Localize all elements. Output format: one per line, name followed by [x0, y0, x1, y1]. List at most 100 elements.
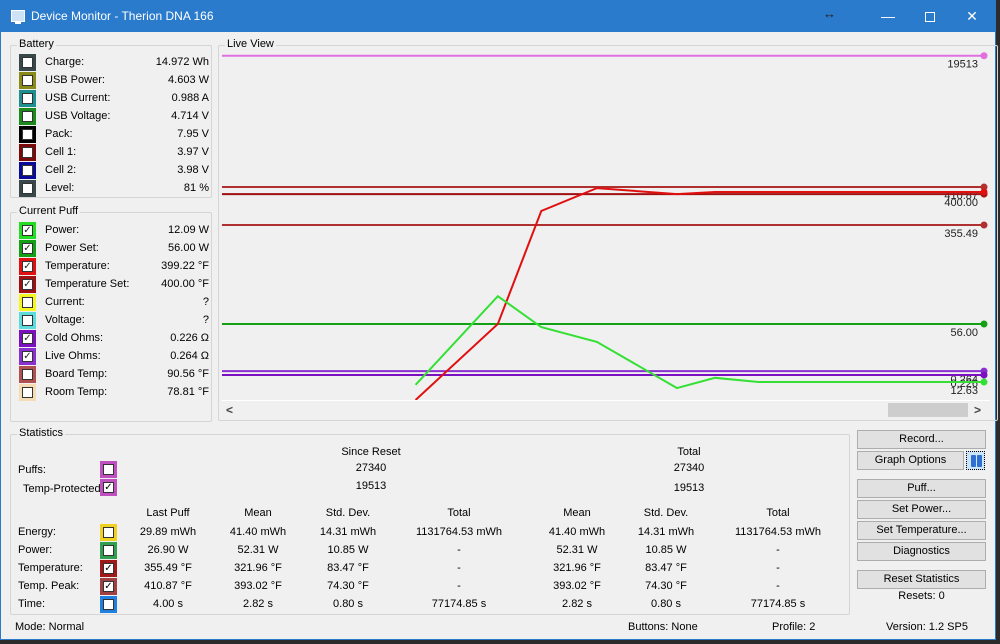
puff-button[interactable]: Puff... [857, 479, 986, 498]
checkbox[interactable] [22, 165, 33, 176]
series-end-marker [980, 378, 988, 386]
puff-value: 78.81 °F [167, 386, 209, 398]
series-toggle[interactable]: ✓ [19, 348, 36, 365]
battery-row: USB Voltage: 4.714 V [19, 108, 209, 126]
stats-column-header: Std. Dev. [325, 507, 371, 519]
puff-label: Current: [45, 296, 85, 308]
series-toggle[interactable]: ✓ [19, 258, 36, 275]
reset-statistics-button[interactable]: Reset Statistics [857, 570, 986, 589]
checkbox[interactable] [22, 93, 33, 104]
stats-column-header: Total [766, 507, 790, 519]
series-toggle[interactable] [19, 294, 36, 311]
stats-cell: 77174.85 s [750, 598, 806, 610]
checkbox[interactable] [22, 147, 33, 158]
set-temperature-button[interactable]: Set Temperature... [857, 521, 986, 540]
checkbox[interactable] [22, 315, 33, 326]
puff-value: 0.226 Ω [170, 332, 209, 344]
series-toggle[interactable] [19, 90, 36, 107]
puff-label: Power: [45, 224, 80, 236]
puffs-toggle[interactable] [100, 461, 117, 478]
graph-options-button[interactable]: Graph Options [857, 451, 964, 470]
minimize-button[interactable]: — [865, 1, 911, 32]
checkbox[interactable] [22, 369, 33, 380]
checkbox-checked[interactable]: ✓ [22, 333, 33, 344]
temp-protected-toggle[interactable]: ✓ [100, 479, 117, 496]
record-button[interactable]: Record... [857, 430, 986, 449]
checkbox[interactable] [22, 183, 33, 194]
close-button[interactable]: ✕ [949, 1, 995, 32]
checkbox[interactable] [103, 464, 114, 475]
puff-row: ✓ Cold Ohms: 0.226 Ω [19, 330, 209, 348]
battery-row: Cell 2: 3.98 V [19, 162, 209, 180]
battery-label: Cell 2: [45, 164, 77, 176]
series-end-marker [980, 320, 988, 328]
series-toggle[interactable]: ✓ [19, 330, 36, 347]
series-end-label: 12.63 [950, 385, 978, 397]
stats-cell: 1131764.53 mWh [734, 526, 822, 538]
puff-value: 56.00 W [168, 242, 209, 254]
checkbox[interactable] [22, 297, 33, 308]
puff-value: 399.22 °F [161, 260, 209, 272]
temp-protected-since-reset: 19513 [355, 480, 387, 492]
checkbox-checked[interactable]: ✓ [22, 351, 33, 362]
temp-protected-label: Temp-Protected: [23, 483, 104, 495]
checkbox[interactable] [22, 129, 33, 140]
live-view-chart-svg: 19513410.87400.00355.4956.000.2640.22612… [222, 52, 988, 401]
status-mode: Mode: Normal [15, 621, 85, 633]
temp-protected-total: 19513 [673, 482, 705, 494]
series-toggle[interactable] [19, 126, 36, 143]
current-puff-group: Current Puff ✓ Power: 12.09 W ✓ Power Set: 56… [10, 205, 212, 422]
series-end-marker [980, 52, 988, 60]
puff-row: Board Temp: 90.56 °F [19, 366, 209, 384]
window-title: Device Monitor - Therion DNA 166 [31, 9, 214, 23]
stats-column-header: Std. Dev. [643, 507, 689, 519]
total-header: Total [677, 446, 701, 458]
series-toggle[interactable] [19, 384, 36, 401]
since-reset-header: Since Reset [341, 446, 401, 458]
puff-label: Temperature: [45, 260, 110, 272]
series-toggle[interactable] [19, 312, 36, 329]
series-toggle[interactable] [19, 366, 36, 383]
maximize-icon [925, 12, 935, 23]
battery-value: 3.98 V [177, 164, 209, 176]
scroll-left-icon[interactable]: < [226, 403, 233, 417]
checkbox-checked[interactable]: ✓ [22, 225, 33, 236]
series-toggle[interactable]: ✓ [19, 222, 36, 239]
battery-group: Battery Charge: 14.972 Wh USB Power: 4.603 … [10, 38, 212, 198]
series-toggle[interactable] [19, 108, 36, 125]
puff-row: ✓ Temperature: 399.22 °F [19, 258, 209, 276]
battery-group-label: Battery [17, 38, 56, 50]
set-power-button[interactable]: Set Power... [857, 500, 986, 519]
checkbox-checked[interactable]: ✓ [22, 243, 33, 254]
diagnostics-button[interactable]: Diagnostics [857, 542, 986, 561]
checkbox-checked[interactable]: ✓ [22, 279, 33, 290]
battery-value: 0.988 A [171, 92, 209, 104]
scrollbar-thumb[interactable] [888, 403, 968, 417]
stats-column-header: Total [447, 507, 471, 519]
chart-horizontal-scrollbar[interactable]: < > [222, 400, 990, 418]
title-bar: Device Monitor - Therion DNA 166 ↔ — ✕ [1, 1, 995, 32]
series-toggle[interactable] [19, 144, 36, 161]
series-toggle[interactable]: ✓ [19, 276, 36, 293]
pause-button[interactable] [966, 451, 985, 470]
status-profile: Profile: 2 [772, 621, 816, 633]
series-toggle[interactable] [19, 180, 36, 197]
checkbox[interactable] [22, 111, 33, 122]
series-toggle[interactable] [19, 72, 36, 89]
checkbox[interactable] [22, 57, 33, 68]
checkbox[interactable] [22, 75, 33, 86]
resize-cursor-icon: ↔ [823, 6, 836, 21]
stats-cell: - [776, 562, 780, 574]
puffs-total: 27340 [673, 462, 705, 474]
maximize-button[interactable] [907, 1, 953, 32]
scroll-right-icon[interactable]: > [974, 403, 981, 417]
series-toggle[interactable] [19, 162, 36, 179]
series-toggle[interactable] [19, 54, 36, 71]
battery-label: USB Voltage: [45, 110, 111, 122]
checkbox[interactable] [22, 387, 33, 398]
series-toggle[interactable]: ✓ [19, 240, 36, 257]
statistics-group-label: Statistics [17, 427, 66, 439]
checkbox-checked[interactable]: ✓ [103, 482, 114, 493]
puff-label: Voltage: [45, 314, 85, 326]
checkbox-checked[interactable]: ✓ [22, 261, 33, 272]
